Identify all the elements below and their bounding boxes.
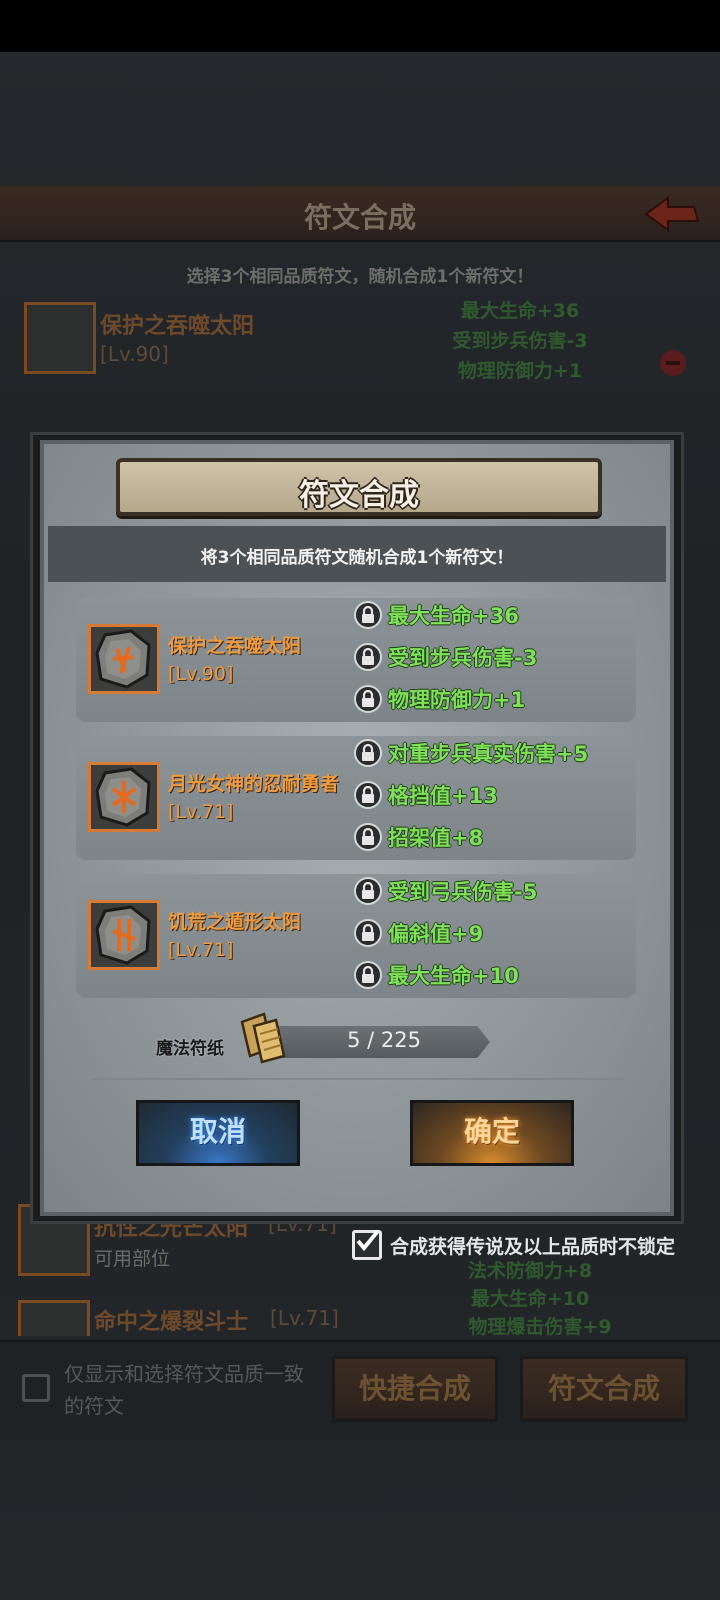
divider — [90, 1078, 624, 1080]
compose-button[interactable]: 符文合成 — [520, 1356, 688, 1422]
lock-icon[interactable] — [354, 919, 382, 947]
lock-legendary-checkbox[interactable] — [352, 1229, 382, 1260]
filter-label: 仅显示和选择符文品质一致的符文 — [64, 1362, 304, 1418]
background-slot-label: 可用部位 — [94, 1248, 171, 1270]
back-arrow-icon[interactable] — [642, 194, 702, 234]
background-stat: 法术防御力+8 — [467, 1260, 593, 1282]
remove-icon[interactable] — [660, 350, 686, 376]
quick-compose-button[interactable]: 快捷合成 — [332, 1356, 498, 1422]
magic-paper-icon — [240, 1012, 286, 1064]
lock-icon[interactable] — [354, 877, 382, 905]
rune-card: 保护之吞噬太阳 [Lv.90] 最大生命+36 受到步兵伤害-3 物理防御力+1 — [76, 598, 636, 722]
lock-icon[interactable] — [354, 685, 382, 713]
rune-name: 月光女神的忍耐勇者 [Lv.71] — [168, 773, 340, 823]
background-header: 符文合成 — [0, 186, 720, 242]
lock-icon[interactable] — [354, 643, 382, 671]
confirm-button[interactable]: 确定 — [410, 1100, 574, 1166]
checkmark-icon — [356, 1229, 380, 1252]
compose-dialog: 符文合成 将3个相同品质符文随机合成1个新符文！ 保护之吞噬太阳 [Lv.90] … — [40, 440, 674, 1216]
background-stat: 最大生命+10 — [470, 1288, 590, 1310]
background-rune-icon[interactable] — [18, 1300, 90, 1336]
rune-stone-icon[interactable] — [88, 762, 160, 832]
background-rune-name: 保护之吞噬太阳 — [100, 314, 255, 339]
lock-icon[interactable] — [354, 739, 382, 767]
background-rune-level: [Lv.90] — [100, 342, 169, 366]
rune-stone-icon[interactable] — [88, 624, 160, 694]
lock-icon[interactable] — [354, 823, 382, 851]
background-hint: 选择3个相同品质符文，随机合成1个新符文！ — [186, 267, 534, 287]
lock-icon[interactable] — [354, 781, 382, 809]
cancel-button[interactable]: 取消 — [136, 1100, 300, 1166]
background-stat: 受到步兵伤害-3 — [452, 330, 588, 352]
background-rune-name: 命中之爆裂斗士 — [94, 1310, 249, 1335]
dialog-subtitle-bar: 将3个相同品质符文随机合成1个新符文！ — [48, 526, 666, 582]
lock-icon[interactable] — [354, 601, 382, 629]
dialog-title-plaque: 符文合成 — [116, 458, 602, 516]
rune-card: 月光女神的忍耐勇者 [Lv.71] 对重步兵真实伤害+5 格挡值+13 招架值+… — [76, 736, 636, 860]
background-rune-level: [Lv.71] — [270, 1306, 339, 1330]
status-bar — [0, 0, 720, 52]
background-stat: 最大生命+36 — [460, 300, 580, 322]
material-label: 魔法符纸 — [156, 1039, 224, 1059]
background-stat: 物理防御力+1 — [457, 360, 583, 382]
filter-checkbox[interactable] — [22, 1374, 50, 1402]
rune-stone-icon[interactable] — [88, 900, 160, 970]
lock-legendary-label: 合成获得传说及以上品质时不锁定 — [390, 1236, 676, 1258]
rune-name: 保护之吞噬太阳 [Lv.90] — [168, 635, 302, 685]
background-stat: 物理爆击伤害+9 — [468, 1316, 612, 1338]
background-rune-icon[interactable] — [24, 302, 96, 374]
dialog-subtitle: 将3个相同品质符文随机合成1个新符文！ — [200, 548, 514, 568]
rune-name: 饥荒之遁形太阳 [Lv.71] — [168, 911, 302, 961]
rune-card: 饥荒之遁形太阳 [Lv.71] 受到弓兵伤害-5 偏斜值+9 最大生命+10 — [76, 874, 636, 998]
material-count: 5 / 225 — [347, 1028, 421, 1052]
dialog-title: 符文合成 — [299, 478, 419, 513]
background-title: 符文合成 — [303, 201, 416, 234]
lock-icon[interactable] — [354, 961, 382, 989]
